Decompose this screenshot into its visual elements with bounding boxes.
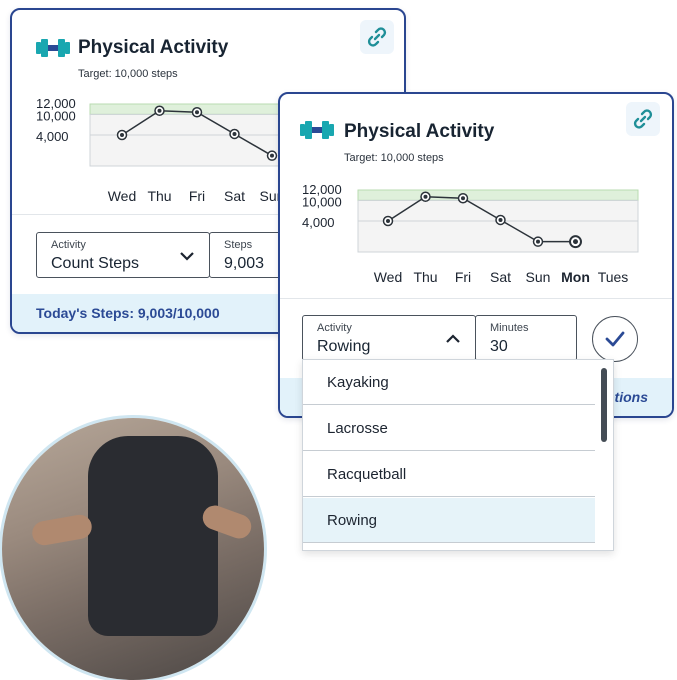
activity-dropdown-list[interactable]: Kayaking Lacrosse Racquetball Rowing (302, 359, 614, 551)
dropdown-option[interactable]: Kayaking (303, 360, 595, 405)
data-point-center (498, 217, 503, 222)
runner-torso (88, 436, 218, 636)
dropdown-option[interactable]: Lacrosse (303, 406, 595, 451)
dropdown-option[interactable]: Racquetball (303, 452, 595, 497)
minutes-field[interactable]: Minutes 30 (475, 315, 577, 361)
card-title: Physical Activity (344, 121, 495, 142)
x-tick-label: Sat (224, 188, 245, 204)
x-tick-label: Fri (455, 269, 471, 285)
data-point-center (120, 133, 124, 137)
y-tick-label: 4,000 (36, 129, 69, 144)
link-icon[interactable] (626, 102, 660, 136)
x-tick-label: Thu (147, 188, 171, 204)
x-tick-label: Sat (490, 269, 511, 285)
activity-label: Activity (317, 322, 352, 334)
dumbbell-icon (300, 121, 334, 139)
steps-chart: 12,00010,0004,000Wed Thu Fri Sat Sun Mon Tues (302, 182, 639, 285)
data-point-center (195, 110, 199, 115)
minutes-label: Minutes (490, 322, 529, 334)
card-title: Physical Activity (78, 37, 229, 58)
x-tick-label: Fri (189, 188, 205, 204)
data-point-center (423, 194, 428, 199)
y-tick-label: 10,000 (302, 194, 342, 209)
runner-photo (2, 418, 264, 680)
data-point-center (461, 196, 465, 201)
target-band (357, 189, 639, 201)
confirm-button[interactable] (592, 316, 638, 362)
data-point-center (270, 153, 274, 158)
data-point-center (157, 108, 162, 113)
minutes-value: 30 (490, 338, 508, 355)
chevron-down-icon (180, 252, 194, 261)
data-point-center (232, 131, 237, 136)
divider (280, 298, 672, 299)
y-tick-label: 4,000 (302, 215, 335, 230)
link-icon[interactable] (360, 20, 394, 54)
y-tick-label: 10,000 (36, 108, 76, 123)
today-steps-text: Today's Steps: 9,003/10,000 (36, 305, 220, 321)
steps-label: Steps (224, 239, 253, 251)
x-tick-label: Thu (413, 269, 437, 285)
activity-select[interactable]: Activity Count Steps (36, 232, 210, 278)
activity-label: Activity (51, 239, 86, 251)
steps-value: 9,003 (224, 255, 265, 272)
data-point-center (536, 239, 540, 244)
x-tick-label: Tues (598, 269, 629, 285)
scrollbar-thumb[interactable] (601, 368, 607, 442)
card-subtitle: Target: 10,000 steps (344, 152, 444, 164)
data-point-center (386, 219, 390, 223)
data-point-center (573, 239, 578, 245)
dropdown-option-selected[interactable]: Rowing (303, 498, 595, 543)
dumbbell-icon (36, 39, 70, 57)
x-tick-label: Wed (374, 269, 403, 285)
activity-select[interactable]: Activity Rowing (302, 315, 476, 361)
x-tick-label: Sun (526, 269, 551, 285)
chevron-up-icon (446, 334, 460, 343)
x-tick-label: Wed (108, 188, 137, 204)
card-subtitle: Target: 10,000 steps (78, 68, 178, 80)
activity-value: Count Steps (51, 255, 140, 272)
x-tick-label: Mon (561, 269, 590, 285)
check-icon (605, 331, 625, 347)
activity-value: Rowing (317, 338, 371, 355)
